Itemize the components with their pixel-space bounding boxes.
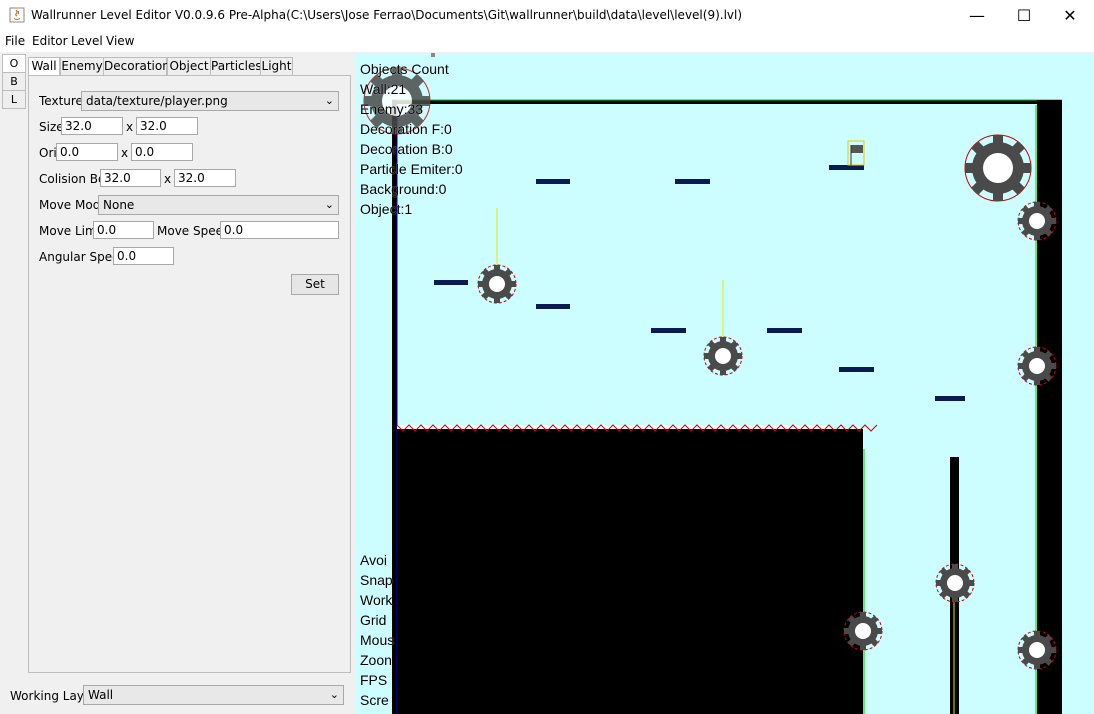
status-line: Snap: [360, 572, 393, 588]
ori-x-label: x: [121, 146, 129, 160]
colision-x-label: x: [164, 172, 172, 186]
status-line: Work: [360, 592, 393, 608]
tab-wall[interactable]: Wall: [28, 57, 60, 76]
window-title: Wallrunner Level Editor V0.0.9.6 Pre-Alp…: [31, 8, 743, 22]
stat-line: Objects Count: [360, 61, 449, 77]
ori-y-input[interactable]: 0.0: [131, 143, 193, 161]
move-mode-value: None: [103, 198, 135, 212]
tab-light[interactable]: Light: [260, 57, 293, 76]
wall-properties-panel: Texture data/texture/player.png ⌄ Size 3…: [28, 75, 351, 673]
menu-level[interactable]: Level: [71, 34, 103, 48]
side-tab-o[interactable]: O: [2, 54, 26, 73]
origin-marker: [431, 53, 435, 57]
stat-line: Decoration B:0: [360, 141, 453, 157]
side-tab-l[interactable]: L: [2, 90, 26, 109]
stat-line: Enemy:33: [360, 101, 424, 117]
status-line: Avoi: [360, 552, 387, 568]
stat-line: Particle Emiter:0: [360, 161, 463, 177]
close-window-button[interactable]: ✕: [1047, 0, 1093, 31]
stat-line: Object:1: [360, 201, 413, 217]
size-width-input[interactable]: 32.0: [61, 117, 123, 135]
tab-particles[interactable]: Particles: [210, 57, 262, 76]
move-speed-input[interactable]: 0.0: [220, 221, 339, 239]
status-line: Zoon: [360, 652, 392, 668]
java-app-icon: [9, 7, 25, 23]
wall-block: [397, 429, 863, 714]
ori-x-input[interactable]: 0.0: [56, 143, 118, 161]
wall-top: [392, 100, 1062, 104]
menu-view[interactable]: View: [106, 34, 134, 48]
set-button[interactable]: Set: [291, 274, 339, 295]
angular-speed-input[interactable]: 0.0: [113, 247, 174, 265]
ori-label: Ori: [39, 146, 57, 160]
minimize-window-button[interactable]: —: [954, 0, 1000, 31]
menu-file[interactable]: File: [5, 34, 25, 48]
menu-bar: File Editor Level View: [0, 31, 1094, 52]
colision-width-input[interactable]: 32.0: [100, 169, 161, 187]
side-tab-b[interactable]: B: [2, 72, 26, 91]
texture-select-value: data/texture/player.png: [86, 94, 228, 108]
tab-object[interactable]: Object: [167, 57, 211, 76]
tab-decoration[interactable]: Decoration: [103, 57, 170, 76]
level-canvas[interactable]: Objects Count Wall:21 Enemy:33 Decoratio…: [355, 53, 1094, 714]
stat-line: Background:0: [360, 181, 447, 197]
tab-enemy[interactable]: Enemy: [60, 57, 104, 76]
stat-line: Wall:21: [360, 81, 407, 97]
texture-label: Texture: [39, 94, 83, 108]
flag-object: [847, 140, 865, 166]
walls: [392, 99, 1062, 714]
title-bar: Wallrunner Level Editor V0.0.9.6 Pre-Alp…: [0, 0, 1094, 31]
menu-editor[interactable]: Editor: [32, 34, 68, 48]
chevron-down-icon: ⌄: [329, 688, 339, 701]
maximize-window-button[interactable]: ☐: [1001, 0, 1047, 31]
colision-height-input[interactable]: 32.0: [174, 169, 236, 187]
size-label: Size: [39, 120, 64, 134]
chevron-down-icon: ⌄: [324, 198, 334, 211]
status-line: Grid: [360, 612, 387, 628]
move-mode-select[interactable]: None ⌄: [98, 195, 339, 215]
working-layer-select[interactable]: Wall ⌄: [83, 685, 344, 705]
move-limit-input[interactable]: 0.0: [93, 221, 154, 239]
side-tab-strip: O B L: [0, 53, 26, 703]
working-layer-value: Wall: [88, 688, 114, 702]
status-line: Scre: [360, 692, 389, 708]
chevron-down-icon: ⌄: [324, 94, 334, 107]
level-view: [363, 53, 1062, 714]
size-x-label: x: [126, 120, 134, 134]
status-line: FPS: [360, 672, 388, 688]
stat-line: Decoration F:0: [360, 121, 452, 137]
wall-right: [1037, 100, 1062, 714]
size-height-input[interactable]: 32.0: [136, 117, 198, 135]
status-line: Mous: [360, 632, 395, 648]
texture-select[interactable]: data/texture/player.png ⌄: [81, 91, 339, 111]
